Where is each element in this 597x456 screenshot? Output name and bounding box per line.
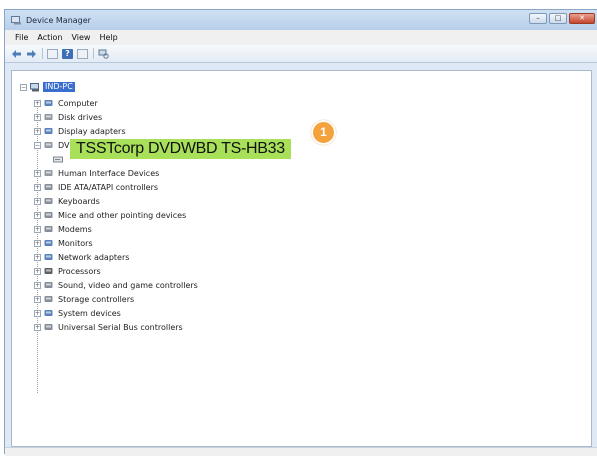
tree-item-usb[interactable]: + Universal Serial Bus controllers xyxy=(34,320,183,334)
disk-drive-icon xyxy=(44,113,55,122)
tree-item-label: Sound, video and game controllers xyxy=(58,280,198,290)
device-manager-window: Device Manager – □ ✕ File Action View He… xyxy=(4,9,597,456)
system-device-icon xyxy=(44,309,55,318)
callout-highlight: TSSTcorp DVDWBD TS-HB33 xyxy=(70,139,291,159)
tree-item-label: Human Interface Devices xyxy=(58,168,160,178)
tree-item-speaker[interactable]: + Sound, video and game controllers xyxy=(34,278,198,292)
computer-icon xyxy=(44,99,55,108)
tree-root[interactable]: − IND-PC xyxy=(20,82,75,92)
keyboard-icon xyxy=(44,197,55,206)
expand-icon[interactable]: + xyxy=(34,183,41,191)
network-adapter-icon xyxy=(44,253,55,262)
collapse-icon[interactable]: − xyxy=(20,83,27,91)
expand-icon[interactable]: + xyxy=(34,113,41,121)
tree-item-display-adapter[interactable]: + Display adapters xyxy=(34,124,126,138)
tree-item-hid[interactable]: + Human Interface Devices xyxy=(34,166,159,180)
processor-icon xyxy=(44,267,55,276)
back-arrow-icon[interactable] xyxy=(11,49,22,59)
title-bar: Device Manager – □ ✕ xyxy=(5,10,597,30)
modem-icon xyxy=(44,225,55,234)
expand-icon[interactable]: + xyxy=(34,253,41,261)
tree-item-label: Computer xyxy=(58,98,98,108)
tree-item-label: Disk drives xyxy=(58,112,103,122)
expand-icon[interactable]: + xyxy=(34,309,41,317)
device-tree-pane: − IND-PC + Computer + Disk drives + Display a… xyxy=(11,70,592,447)
minimize-button[interactable]: – xyxy=(529,13,547,24)
computer-root-icon xyxy=(30,82,41,92)
tree-item-modem[interactable]: + Modems xyxy=(34,222,92,236)
tree-item-label: IDE ATA/ATAPI controllers xyxy=(58,182,159,192)
tree-item-storage-controller[interactable]: + Storage controllers xyxy=(34,292,134,306)
ide-controller-icon xyxy=(44,183,55,192)
show-hidden-icon[interactable] xyxy=(77,48,88,59)
expand-icon[interactable]: + xyxy=(34,99,41,107)
tree-item-label: Monitors xyxy=(58,238,93,248)
status-bar xyxy=(5,447,597,456)
expand-icon[interactable]: + xyxy=(34,323,41,331)
tree-item-monitor[interactable]: + Monitors xyxy=(34,236,93,250)
expand-icon[interactable]: + xyxy=(34,127,41,135)
expand-icon[interactable]: + xyxy=(34,281,41,289)
collapse-icon[interactable]: − xyxy=(34,141,41,149)
hid-icon xyxy=(44,169,55,178)
expand-icon[interactable]: + xyxy=(34,169,41,177)
expand-icon[interactable]: + xyxy=(34,225,41,233)
tree-item-disk-drive[interactable]: + Disk drives xyxy=(34,110,102,124)
menu-file[interactable]: File xyxy=(15,33,28,42)
expand-icon[interactable]: + xyxy=(34,267,41,275)
tree-item-label: Mice and other pointing devices xyxy=(58,210,187,220)
dvd-device-icon xyxy=(53,155,64,164)
menu-help[interactable]: Help xyxy=(99,33,117,42)
forward-arrow-icon[interactable] xyxy=(26,49,37,59)
expand-icon[interactable]: + xyxy=(34,211,41,219)
tree-item-label: Network adapters xyxy=(58,252,130,262)
toolbar: ? xyxy=(5,45,597,63)
expand-icon[interactable]: + xyxy=(34,197,41,205)
display-adapter-icon xyxy=(44,127,55,136)
monitor-icon xyxy=(44,239,55,248)
tree-item-label: Keyboards xyxy=(58,196,100,206)
mouse-icon xyxy=(44,211,55,220)
tree-item-keyboard[interactable]: + Keyboards xyxy=(34,194,100,208)
tree-item-label: Processors xyxy=(58,266,101,276)
tree-subitem-dvd-device[interactable] xyxy=(50,152,64,166)
scan-hardware-icon[interactable] xyxy=(98,49,109,59)
properties-icon[interactable] xyxy=(47,48,58,59)
tree-item-ide-controller[interactable]: + IDE ATA/ATAPI controllers xyxy=(34,180,158,194)
tree-item-system-device[interactable]: + System devices xyxy=(34,306,121,320)
menu-bar: File Action View Help xyxy=(5,30,597,45)
tree-item-mouse[interactable]: + Mice and other pointing devices xyxy=(34,208,186,222)
dvd-drive-icon xyxy=(44,141,55,150)
menu-action[interactable]: Action xyxy=(37,33,62,42)
menu-view[interactable]: View xyxy=(71,33,90,42)
storage-controller-icon xyxy=(44,295,55,304)
tree-item-label: Display adapters xyxy=(58,126,126,136)
tree-item-processor[interactable]: + Processors xyxy=(34,264,101,278)
root-computer-name[interactable]: IND-PC xyxy=(43,82,75,92)
usb-icon xyxy=(44,323,55,332)
maximize-button[interactable]: □ xyxy=(549,13,567,24)
speaker-icon xyxy=(44,281,55,290)
close-button[interactable]: ✕ xyxy=(569,13,595,24)
tree-item-label: Storage controllers xyxy=(58,294,135,304)
tree-item-label: Modems xyxy=(58,224,92,234)
tree-item-label: Universal Serial Bus controllers xyxy=(58,322,183,332)
tree-item-computer[interactable]: + Computer xyxy=(34,96,98,110)
window-title: Device Manager xyxy=(26,15,91,25)
tree-item-network-adapter[interactable]: + Network adapters xyxy=(34,250,129,264)
help-icon[interactable]: ? xyxy=(62,48,73,59)
expand-icon[interactable]: + xyxy=(34,295,41,303)
tree-item-label: System devices xyxy=(58,308,121,318)
device-manager-icon xyxy=(11,15,22,25)
expand-icon[interactable]: + xyxy=(34,239,41,247)
callout-number-badge: 1 xyxy=(311,120,336,145)
